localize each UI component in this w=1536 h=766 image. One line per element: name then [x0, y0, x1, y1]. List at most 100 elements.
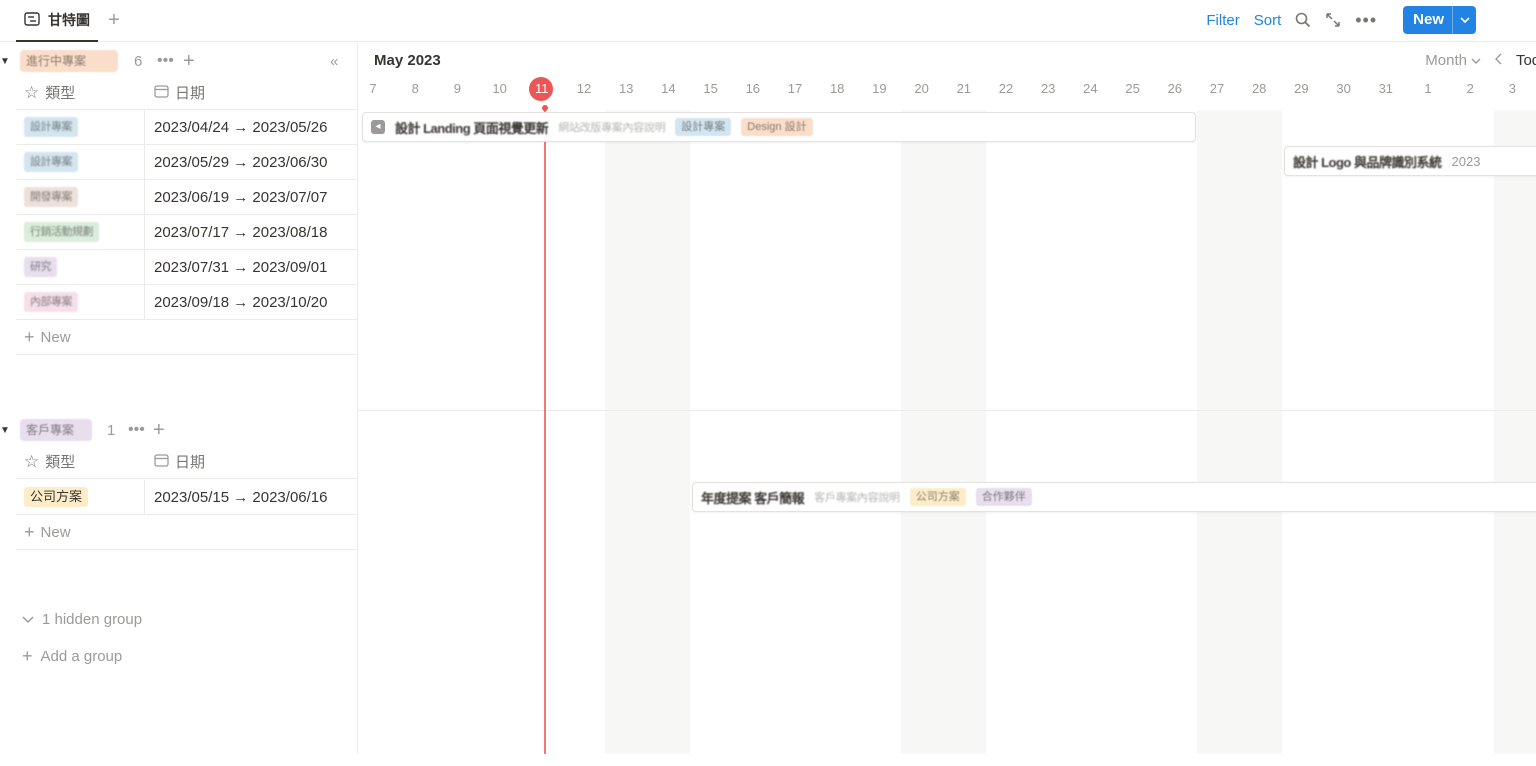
timeline-bar[interactable]: ◂ 設計 Landing 頁面視覺更新 網站改版專案內容說明 設計專案 Desi…: [362, 112, 1196, 142]
day-label: 1: [1424, 81, 1432, 96]
group-count: 6: [134, 52, 143, 70]
chevron-left-icon[interactable]: [1494, 52, 1502, 69]
toolbar: Filter Sort ••• New: [1206, 6, 1476, 34]
timeline-icon: [24, 11, 40, 29]
group-tag: 客戶專案: [20, 419, 92, 441]
day-label: 14: [661, 81, 676, 96]
chevron-down-icon: [1471, 58, 1481, 64]
timeline-bar[interactable]: 設計 Logo 與品牌識別系統 2023: [1284, 146, 1536, 176]
day-label: 30: [1336, 81, 1351, 96]
column-type[interactable]: ☆ 類型: [24, 451, 75, 472]
hidden-groups-label: 1 hidden group: [42, 611, 143, 628]
search-icon[interactable]: [1295, 12, 1311, 28]
new-row-label: New: [40, 328, 71, 346]
more-icon[interactable]: •••: [157, 52, 174, 70]
view-scale-select[interactable]: Month: [1425, 52, 1481, 69]
date-cell: 2023/05/29 → 2023/06/30: [154, 153, 328, 171]
type-cell: 設計專案: [16, 145, 145, 179]
type-tag: 行銷活動規劃: [24, 222, 99, 242]
day-label: 8: [411, 81, 419, 96]
bar-subtitle: 客戶專案內容說明: [814, 492, 900, 504]
table-row[interactable]: 設計專案 2023/05/29 → 2023/06/30: [16, 145, 358, 180]
date-cell: 2023/06/19 → 2023/07/07: [154, 188, 328, 206]
column-date-label: 日期: [175, 85, 206, 102]
day-ruler: 7 8 9 10 11 12 13 14 15 16 17 18 19 20 21 22 23 24 25 26 27 2…: [358, 78, 1536, 100]
chevron-down-icon[interactable]: [1452, 6, 1476, 34]
type-cell: 公司方案: [16, 480, 145, 514]
filter-button[interactable]: Filter: [1206, 12, 1239, 29]
day-label: 20: [914, 81, 929, 96]
type-cell: 設計專案: [16, 110, 145, 144]
day-label: 28: [1251, 81, 1267, 96]
type-tag: 設計專案: [24, 152, 78, 172]
weekend-band: [901, 110, 986, 754]
bar-tag: 設計專案: [675, 118, 732, 136]
more-icon[interactable]: •••: [128, 421, 145, 439]
type-tag: 開發專案: [24, 187, 78, 207]
day-label: 12: [576, 81, 592, 96]
type-tag: 內部專案: [24, 292, 78, 312]
column-type[interactable]: ☆ 類型: [24, 82, 75, 103]
bar-subtitle: 網站改版專案內容說明: [558, 122, 666, 134]
star-icon: ☆: [24, 451, 40, 471]
today-line: [544, 110, 546, 754]
add-row-button[interactable]: +: [183, 50, 195, 73]
day-label: 26: [1167, 81, 1183, 96]
caret-down-icon[interactable]: ▼: [0, 425, 10, 436]
timeline-bar[interactable]: 年度提案 客戶簡報 客戶專案內容說明 公司方案 合作夥伴: [692, 482, 1536, 512]
caret-down-icon[interactable]: ▼: [0, 56, 10, 67]
timeline-controls: Month Today: [1425, 52, 1536, 69]
new-button[interactable]: New: [1403, 6, 1476, 34]
date-cell: 2023/04/24 → 2023/05/26: [154, 118, 328, 136]
collapse-icon[interactable]: «: [330, 53, 339, 70]
today-button[interactable]: Today: [1516, 52, 1536, 69]
column-headers: ☆ 類型 日期: [16, 76, 358, 110]
table-row[interactable]: 內部專案 2023/09/18 → 2023/10/20: [16, 285, 358, 320]
column-date[interactable]: 日期: [154, 451, 205, 472]
table-row[interactable]: 行銷活動規劃 2023/07/17 → 2023/08/18: [16, 215, 358, 250]
table-pane: ▼ 進行中專案 6 ••• + « ☆ 類型 日期 設計專案 2023/04/2…: [0, 42, 358, 754]
more-icon[interactable]: •••: [1355, 10, 1377, 31]
table-row[interactable]: 研究 2023/07/31 → 2023/09/01: [16, 250, 358, 285]
add-row-button[interactable]: +: [153, 419, 165, 442]
hidden-groups-toggle[interactable]: 1 hidden group: [22, 611, 142, 628]
type-cell: 研究: [16, 250, 145, 284]
day-label: 9: [453, 81, 461, 96]
day-label: 17: [787, 81, 803, 96]
bar-date: 2023: [1451, 153, 1481, 169]
table-row[interactable]: 設計專案 2023/04/24 → 2023/05/26: [16, 110, 358, 145]
day-label: 10: [492, 81, 507, 96]
table-row[interactable]: 公司方案 2023/05/15 → 2023/06/16: [16, 480, 358, 515]
add-view-button[interactable]: +: [104, 9, 124, 31]
column-date[interactable]: 日期: [154, 82, 205, 103]
bar-title: 年度提案 客戶簡報: [701, 490, 805, 506]
sort-button[interactable]: Sort: [1254, 12, 1282, 29]
new-row-button[interactable]: + New: [16, 320, 358, 355]
view-tabs-bar: 甘特圖 + Filter Sort ••• New: [0, 0, 1536, 42]
tab-label: 甘特圖: [48, 12, 90, 28]
new-row-label: New: [40, 523, 71, 541]
new-row-button[interactable]: + New: [16, 515, 358, 550]
arrow-left-icon[interactable]: ◂: [371, 120, 385, 134]
weekend-band: [605, 110, 690, 754]
day-label: 21: [956, 81, 972, 96]
day-label: 23: [1040, 81, 1056, 96]
add-group-button[interactable]: + Add a group: [22, 646, 122, 667]
column-type-label: 類型: [45, 454, 76, 471]
weekend-band: [1494, 110, 1536, 754]
timeline-pane: May 2023 Month Today 7891011121314151617…: [358, 42, 1536, 754]
day-label: 13: [618, 81, 634, 96]
day-label: 27: [1209, 81, 1225, 96]
tab-gantt[interactable]: 甘特圖: [16, 0, 98, 42]
column-headers: ☆ 類型 日期: [16, 445, 358, 479]
group-tag: 進行中專案: [20, 50, 118, 72]
group-header: ▼ 客戶專案 1 ••• +: [0, 412, 358, 448]
day-label: 11: [535, 81, 549, 96]
expand-icon[interactable]: [1325, 12, 1341, 28]
calendar-icon: [154, 453, 169, 471]
type-tag: 設計專案: [24, 117, 78, 137]
table-row[interactable]: 開發專案 2023/06/19 → 2023/07/07: [16, 180, 358, 215]
day-label: 2: [1466, 81, 1474, 96]
type-cell: 內部專案: [16, 285, 145, 319]
bar-tag: 合作夥伴: [975, 488, 1032, 506]
